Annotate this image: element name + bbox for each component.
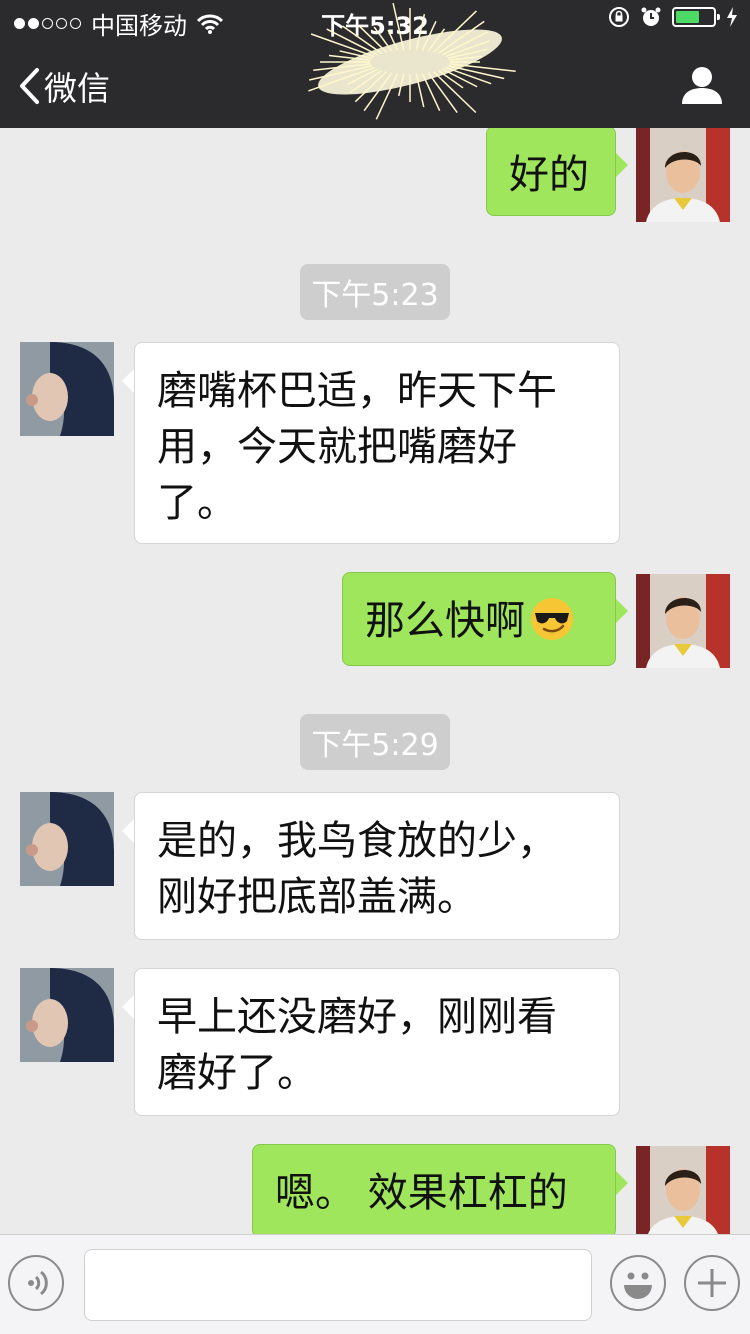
emoji-icon: [624, 1272, 652, 1299]
avatar-image: [636, 1146, 730, 1234]
contact-avatar[interactable]: [20, 968, 114, 1062]
contact-avatar[interactable]: [20, 342, 114, 436]
nav-bar: 微信: [0, 40, 750, 128]
message-text: 好的: [509, 152, 589, 198]
received-message-bubble[interactable]: 磨嘴杯巴适，昨天下午 用，今天就把嘴磨好 了。: [122, 342, 620, 544]
timestamp-label: 下午5:23: [300, 264, 450, 320]
voice-icon: [28, 1270, 48, 1296]
avatar-image: [20, 968, 114, 1062]
voice-input-button[interactable]: [8, 1255, 64, 1311]
emoji-button[interactable]: [610, 1255, 666, 1311]
received-message-bubble[interactable]: 是的，我鸟食放的少， 刚好把底部盖满。: [122, 792, 620, 940]
message-text: 嗯。 效果杠杠的: [275, 1170, 568, 1216]
message-text-line: 早上还没磨好，刚刚看: [157, 994, 557, 1040]
contact-avatar[interactable]: [20, 792, 114, 886]
sunglasses-emoji: [531, 598, 573, 640]
input-bar: [0, 1234, 750, 1334]
avatar-image: [20, 342, 114, 436]
battery-icon: [672, 7, 720, 27]
plus-icon: [698, 1269, 726, 1297]
received-message-bubble[interactable]: 早上还没磨好，刚刚看 磨好了。: [122, 968, 620, 1116]
alarm-icon: [641, 7, 661, 26]
timestamp-label: 下午5:29: [300, 714, 450, 770]
message-text-line: 磨嘴杯巴适，昨天下午: [157, 368, 557, 414]
sent-message-bubble[interactable]: 好的: [486, 128, 628, 216]
message-timestamp: 下午5:23: [0, 264, 750, 320]
more-actions-button[interactable]: [684, 1255, 740, 1311]
status-right: [608, 6, 738, 28]
message-timestamp: 下午5:29: [0, 714, 750, 770]
chevron-left-icon: [20, 68, 39, 104]
back-label: 微信: [44, 69, 110, 108]
avatar-image: [636, 574, 730, 668]
sent-message-bubble[interactable]: 那么快啊: [342, 572, 628, 666]
charging-icon: [727, 7, 737, 27]
my-avatar[interactable]: [636, 1146, 730, 1234]
message-text-line: 是的，我鸟食放的少，: [157, 818, 557, 864]
avatar-image: [636, 128, 730, 222]
message-text-line: 磨好了。: [157, 1050, 317, 1096]
my-avatar[interactable]: [636, 574, 730, 668]
sent-message-bubble[interactable]: 嗯。 效果杠杠的: [252, 1144, 628, 1234]
message-input[interactable]: [84, 1249, 592, 1321]
back-button[interactable]: 微信: [18, 62, 110, 110]
my-avatar[interactable]: [636, 128, 730, 222]
rotation-lock-icon: [609, 7, 629, 27]
contact-info-icon[interactable]: [680, 64, 724, 108]
chat-messages-area[interactable]: 好的下午5:23 磨嘴杯巴适，昨天下午 用，今天就把嘴磨好 了。那么快啊下午5:29 是…: [0, 128, 750, 1234]
message-text-line: 了。: [157, 480, 237, 526]
message-text-line: 用，今天就把嘴磨好: [157, 424, 517, 470]
avatar-image: [20, 792, 114, 886]
message-text-line: 刚好把底部盖满。: [157, 874, 477, 920]
message-text: 那么快啊: [365, 598, 525, 644]
status-bar: 中国移动 下午5:32: [0, 0, 750, 40]
